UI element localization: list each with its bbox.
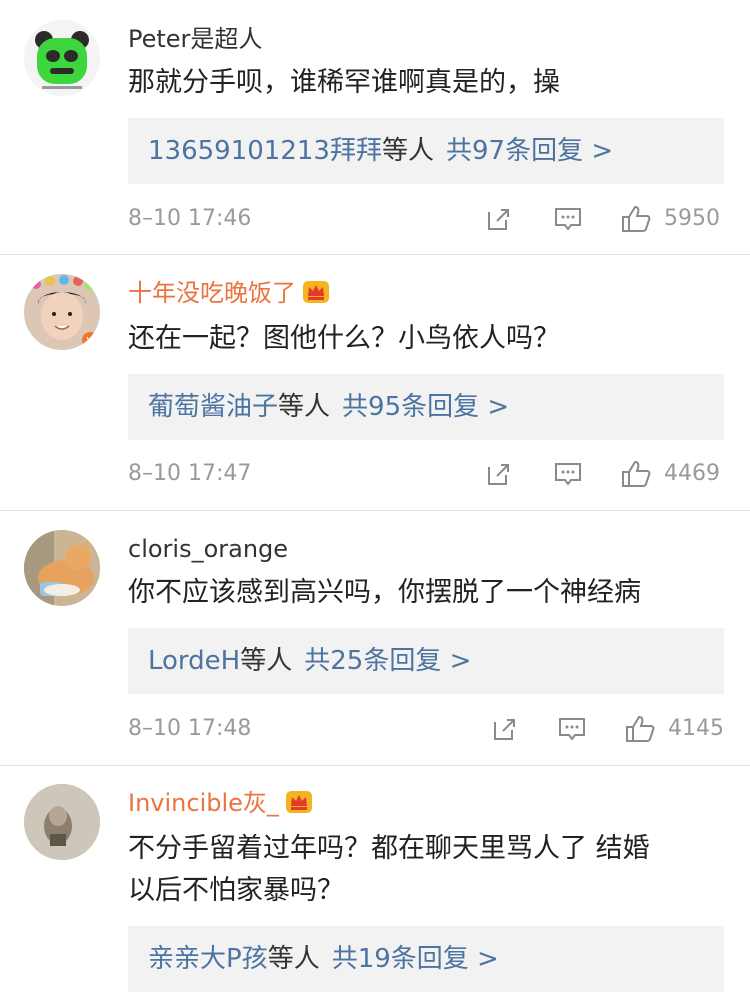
divider [0, 254, 750, 255]
username[interactable]: cloris_orange [128, 534, 288, 564]
reply-summary[interactable]: 葡萄酱油子等人 共95条回复 > [128, 374, 724, 440]
share-icon[interactable] [484, 459, 514, 493]
timestamp: 8–10 17:46 [128, 206, 252, 231]
svg-text:V: V [87, 336, 94, 347]
username[interactable]: 十年没吃晚饭了 [128, 278, 330, 311]
comment-meta: 8–10 17:47 4469 [128, 455, 724, 495]
like-count: 4469 [664, 461, 720, 486]
reply-suffix: 等人 [240, 646, 293, 676]
reply-summary[interactable]: 13659101213拜拜等人 共97条回复 > [128, 118, 724, 184]
username-text: 十年没吃晚饭了 [128, 279, 296, 307]
comment-text-line: 以后不怕家暴吗？ [128, 875, 344, 906]
reply-summary[interactable]: 亲亲大P孩等人 共19条回复 > [128, 926, 724, 992]
comment-icon[interactable] [556, 714, 588, 748]
comment-text: 还在一起？图他什么？小鸟依人吗？ [128, 323, 560, 354]
thumbs-up-icon[interactable] [624, 714, 656, 748]
like-count: 4145 [668, 716, 724, 741]
reply-count: 共25条回复 > [304, 646, 472, 676]
comment-icon[interactable] [552, 204, 584, 238]
reply-summary[interactable]: LordeH等人 共25条回复 > [128, 628, 724, 694]
reply-count: 共97条回复 > [445, 136, 614, 166]
user-photo-icon [24, 784, 100, 860]
avatar[interactable] [24, 784, 100, 860]
reply-suffix: 等人 [381, 136, 434, 166]
username[interactable]: Peter是超人 [128, 24, 262, 54]
share-icon[interactable] [484, 204, 514, 238]
timestamp: 8–10 17:47 [128, 461, 252, 486]
reply-suffix: 等人 [278, 392, 331, 422]
comment-icon[interactable] [552, 459, 584, 493]
reply-names: 葡萄酱油子 [148, 392, 279, 422]
reply-names: LordeH [148, 646, 241, 676]
avatar[interactable]: V [24, 274, 100, 350]
comment-meta: 8–10 17:46 5950 [128, 200, 724, 240]
user-photo-icon: V [24, 274, 100, 350]
crown-badge-icon [285, 788, 313, 821]
comment-meta: 8–10 17:48 4145 [128, 710, 724, 750]
username-text: Invincible灰_ [128, 789, 279, 817]
reply-suffix: 等人 [267, 944, 320, 974]
cat-photo-icon [24, 530, 100, 606]
reply-count: 共19条回复 > [331, 944, 499, 974]
like-count: 5950 [664, 206, 720, 231]
reply-names: 13659101213拜拜 [148, 136, 382, 166]
comment-text: 你不应该感到高兴吗，你摆脱了一个神经病 [128, 577, 641, 608]
thumbs-up-icon[interactable] [620, 459, 652, 493]
divider [0, 510, 750, 511]
reply-names: 亲亲大P孩 [148, 944, 268, 974]
avatar[interactable] [24, 530, 100, 606]
reply-count: 共95条回复 > [342, 392, 510, 422]
timestamp: 8–10 17:48 [128, 716, 252, 741]
thumbs-up-icon[interactable] [620, 204, 652, 238]
avatar[interactable] [24, 20, 100, 96]
comment-text-line: 不分手留着过年吗？都在聊天里骂人了 结婚 [128, 833, 650, 864]
crown-badge-icon [302, 278, 330, 311]
share-icon[interactable] [490, 714, 520, 748]
comment-text: 不分手留着过年吗？都在聊天里骂人了 结婚 以后不怕家暴吗？ [128, 828, 728, 912]
username[interactable]: Invincible灰_ [128, 788, 313, 821]
divider [0, 765, 750, 766]
comment-text: 那就分手呗，谁稀罕谁啊真是的，操 [128, 67, 560, 98]
panda-avatar-icon [24, 20, 100, 96]
